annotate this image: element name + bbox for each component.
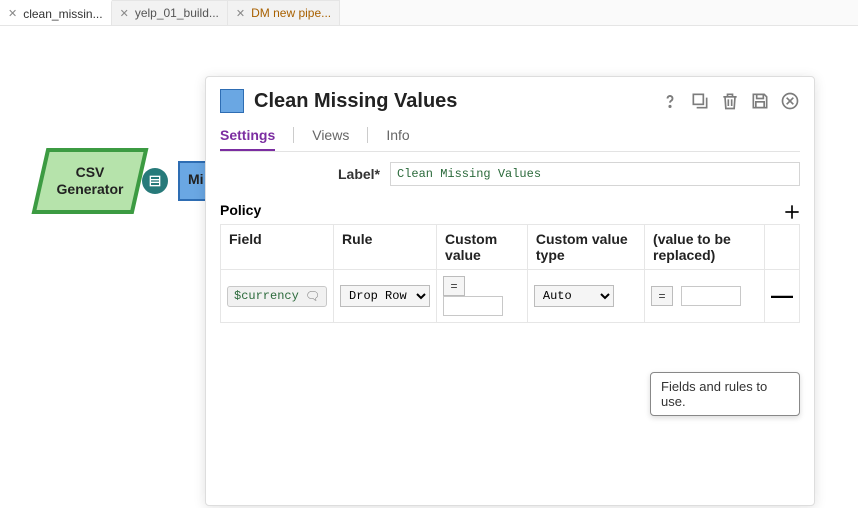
replaced-value-input[interactable] [681,286,741,306]
close-icon[interactable] [780,91,800,111]
comment-icon[interactable]: 🗨 [305,289,320,304]
panel-actions [660,91,800,111]
field-value: $currency [234,289,299,303]
remove-row-icon[interactable]: — [765,270,800,323]
panel-title: Clean Missing Values [254,90,660,113]
close-icon[interactable]: ✕ [8,7,17,20]
panel-header: Clean Missing Values [206,77,814,117]
tab-info[interactable]: Info [367,123,409,151]
pipeline-canvas[interactable]: CSV Generator Mi Clean Missing Values [0,26,858,506]
add-rule-icon[interactable] [782,202,802,222]
label-input[interactable] [390,162,800,186]
table-row: $currency 🗨 Drop Row = [221,270,800,323]
custom-value-type-select[interactable]: Auto [534,285,614,307]
expression-button[interactable]: = [443,276,465,296]
panel-tabs: Settings Views Info [206,117,814,151]
duplicate-icon[interactable] [690,91,710,111]
label-row: Label* [220,162,800,186]
policy-table: Field Rule Custom value Custom value typ… [220,224,800,323]
col-custom-value: Custom value [437,225,528,270]
node-csv-generator[interactable]: CSV Generator [30,146,150,216]
col-replaced: (value to be replaced) [645,225,765,270]
trash-icon[interactable] [720,91,740,111]
tab-label: yelp_01_build... [135,6,219,20]
policy-section: Field Rule Custom value Custom value typ… [220,224,800,323]
panel-body: Label* Policy Field Rule Custom value C [206,152,814,505]
node-label: CSV Generator [30,146,150,216]
col-rule: Rule [334,225,437,270]
tab-settings[interactable]: Settings [220,123,275,151]
policy-heading: Policy [220,196,800,224]
properties-panel: Clean Missing Values [205,76,815,506]
tab-label: clean_missin... [23,7,102,21]
tab-clean-missing[interactable]: ✕ clean_missin... [0,0,112,25]
connector-icon[interactable] [142,168,168,194]
node-label: Mi [188,171,204,187]
tooltip: Fields and rules to use. [650,372,800,416]
field-chip[interactable]: $currency 🗨 [227,286,327,307]
expression-button[interactable]: = [651,286,673,306]
col-field: Field [221,225,334,270]
tab-label: DM new pipe... [251,6,331,20]
close-icon[interactable]: ✕ [236,7,245,20]
close-icon[interactable]: ✕ [120,7,129,20]
col-actions [765,225,800,270]
label-field-label: Label* [220,166,390,182]
save-icon[interactable] [750,91,770,111]
help-icon[interactable] [660,91,680,111]
canvas-nodes: CSV Generator Mi [30,146,150,216]
node-color-swatch [220,89,244,113]
custom-value-input[interactable] [443,296,503,316]
rule-select[interactable]: Drop Row [340,285,430,307]
tab-views[interactable]: Views [293,123,349,151]
tab-yelp-build[interactable]: ✕ yelp_01_build... [112,0,228,25]
col-custom-value-type: Custom value type [527,225,644,270]
tab-dm-new-pipe[interactable]: ✕ DM new pipe... [228,0,340,25]
tab-bar: ✕ clean_missin... ✕ yelp_01_build... ✕ D… [0,0,858,26]
